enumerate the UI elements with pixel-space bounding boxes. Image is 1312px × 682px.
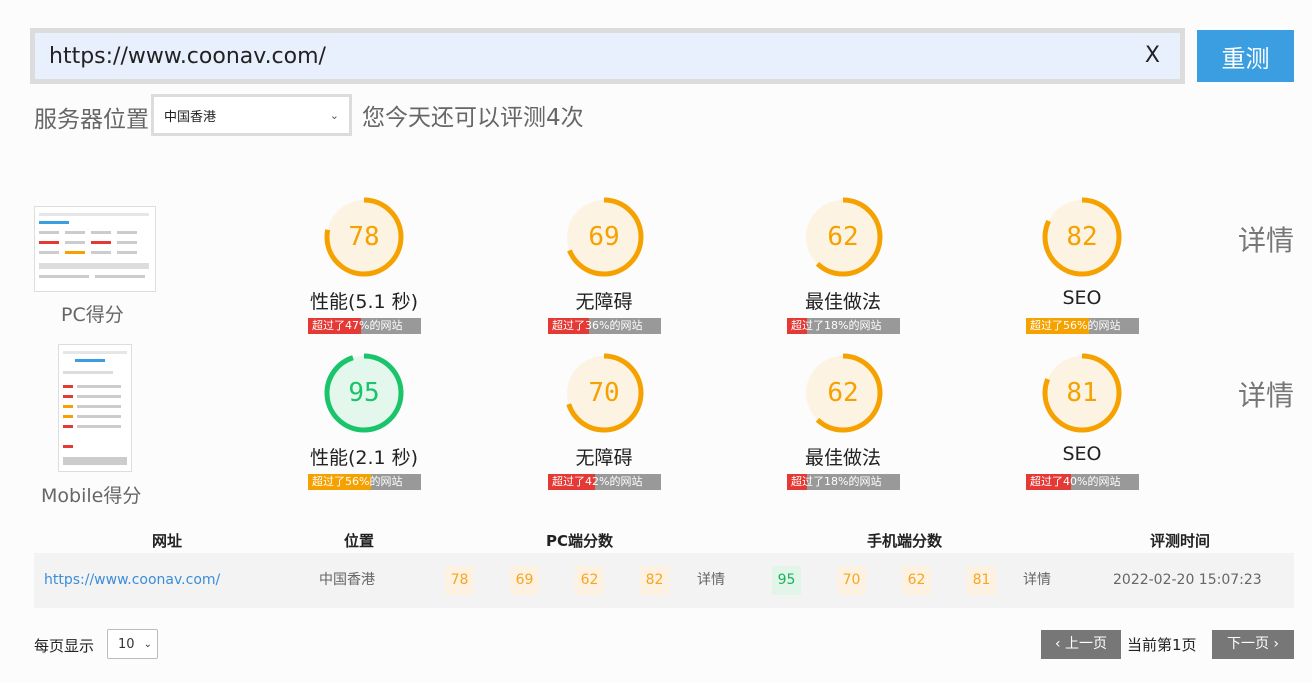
row-pc-score-seo: 82	[640, 566, 669, 595]
gauge-score: 81	[1066, 378, 1098, 408]
row-pc-score-performance: 78	[445, 566, 474, 595]
pc-detail-link[interactable]: 详情	[1238, 219, 1294, 259]
mobile-best-practices-gauge: 62	[801, 351, 885, 435]
url-input[interactable]	[35, 33, 1180, 79]
pc-score-label: PC得分	[61, 304, 124, 326]
row-mobile-score-best-practices: 62	[902, 566, 931, 595]
chevron-left-icon: ‹	[1054, 636, 1061, 652]
url-input-box: X	[30, 28, 1185, 84]
remaining-tests-text: 您今天还可以评测4次	[362, 105, 584, 131]
header-url: 网址	[152, 532, 183, 550]
exceed-bar-text: 超过了18%的网站	[791, 319, 882, 332]
next-page-label: 下一页	[1226, 636, 1269, 652]
row-mobile-detail-link[interactable]: 详情	[1023, 553, 1051, 608]
mobile-seo-gauge: 81	[1040, 351, 1124, 435]
row-mobile-score-seo: 81	[967, 566, 996, 595]
pc-performance-gauge: 78	[322, 195, 406, 279]
exceed-bar-text: 超过了56%的网站	[1030, 319, 1121, 332]
header-test-time: 评测时间	[1150, 532, 1211, 550]
mobile-seo-name: SEO	[1062, 443, 1102, 465]
mobile-best-practices-name: 最佳做法	[804, 447, 881, 469]
pc-accessibility-gauge: 69	[562, 195, 646, 279]
gauge-score: 95	[348, 378, 380, 408]
next-page-button[interactable]: 下一页 ›	[1212, 630, 1294, 659]
mobile-detail-link[interactable]: 详情	[1238, 374, 1294, 414]
chevron-right-icon: ›	[1273, 636, 1280, 652]
pc-performance-name: 性能(5.1 秒)	[309, 291, 419, 313]
chevron-down-icon: ⌄	[329, 108, 339, 122]
mobile-accessibility-exceed-bar: 超过了42%的网站	[548, 474, 661, 490]
gauge-score: 78	[348, 222, 380, 252]
retest-button[interactable]: 重测	[1197, 30, 1294, 82]
mobile-performance-gauge: 95	[322, 351, 406, 435]
mobile-accessibility-gauge: 70	[562, 351, 646, 435]
header-location: 位置	[344, 532, 375, 550]
pc-performance-exceed-bar: 超过了47%的网站	[308, 318, 421, 334]
mobile-screenshot-thumbnail	[58, 344, 132, 472]
pc-best-practices-exceed-bar: 超过了18%的网站	[787, 318, 900, 334]
gauge-score: 69	[588, 222, 620, 252]
row-mobile-score-accessibility: 70	[837, 566, 866, 595]
pc-seo-gauge: 82	[1040, 195, 1124, 279]
mobile-accessibility-name: 无障碍	[575, 447, 633, 469]
mobile-best-practices-exceed-bar: 超过了18%的网站	[787, 474, 900, 490]
row-url-link[interactable]: https://www.coonav.com/	[44, 553, 220, 608]
mobile-score-label: Mobile得分	[41, 485, 142, 507]
exceed-bar-text: 超过了18%的网站	[791, 475, 882, 488]
gauge-score: 82	[1066, 222, 1098, 252]
row-location: 中国香港	[319, 572, 375, 588]
pc-seo-name: SEO	[1062, 287, 1102, 309]
pc-accessibility-name: 无障碍	[575, 291, 633, 313]
pc-seo-exceed-bar: 超过了56%的网站	[1026, 318, 1139, 334]
pc-best-practices-name: 最佳做法	[804, 291, 881, 313]
gauge-score: 62	[827, 378, 859, 408]
pc-best-practices-gauge: 62	[801, 195, 885, 279]
row-test-time: 2022-02-20 15:07:23	[1113, 572, 1262, 588]
pc-screenshot-thumbnail	[34, 206, 156, 292]
row-pc-score-best-practices: 62	[575, 566, 604, 595]
current-page-indicator: 当前第1页	[1127, 636, 1197, 654]
exceed-bar-text: 超过了40%的网站	[1030, 475, 1121, 488]
mobile-seo-exceed-bar: 超过了40%的网站	[1026, 474, 1139, 490]
exceed-bar-text: 超过了47%的网站	[312, 319, 403, 332]
exceed-bar-text: 超过了36%的网站	[552, 319, 643, 332]
row-pc-detail-link[interactable]: 详情	[697, 553, 725, 608]
header-pc-scores: PC端分数	[546, 532, 614, 550]
gauge-score: 70	[588, 378, 620, 408]
mobile-performance-exceed-bar: 超过了56%的网站	[308, 474, 421, 490]
chevron-down-icon: ⌄	[143, 638, 152, 650]
mobile-performance-name: 性能(2.1 秒)	[309, 447, 419, 469]
row-pc-score-accessibility: 69	[510, 566, 539, 595]
exceed-bar-text: 超过了42%的网站	[552, 475, 643, 488]
per-page-value: 10	[118, 636, 135, 652]
per-page-select[interactable]: 10 ⌄	[107, 629, 158, 659]
pc-accessibility-exceed-bar: 超过了36%的网站	[548, 318, 661, 334]
table-row: https://www.coonav.com/ 中国香港 78 69 62 82…	[34, 553, 1294, 608]
server-location-label: 服务器位置	[34, 107, 149, 133]
header-mobile-scores: 手机端分数	[867, 532, 943, 550]
clear-url-button[interactable]: X	[1145, 43, 1160, 68]
prev-page-label: 上一页	[1065, 636, 1108, 652]
per-page-label: 每页显示	[34, 637, 95, 655]
gauge-score: 62	[827, 222, 859, 252]
exceed-bar-text: 超过了56%的网站	[312, 475, 403, 488]
row-mobile-score-performance: 95	[772, 566, 801, 595]
prev-page-button[interactable]: ‹ 上一页	[1041, 630, 1121, 659]
server-location-value: 中国香港	[164, 109, 217, 125]
server-location-select[interactable]: 中国香港 ⌄	[151, 94, 352, 136]
